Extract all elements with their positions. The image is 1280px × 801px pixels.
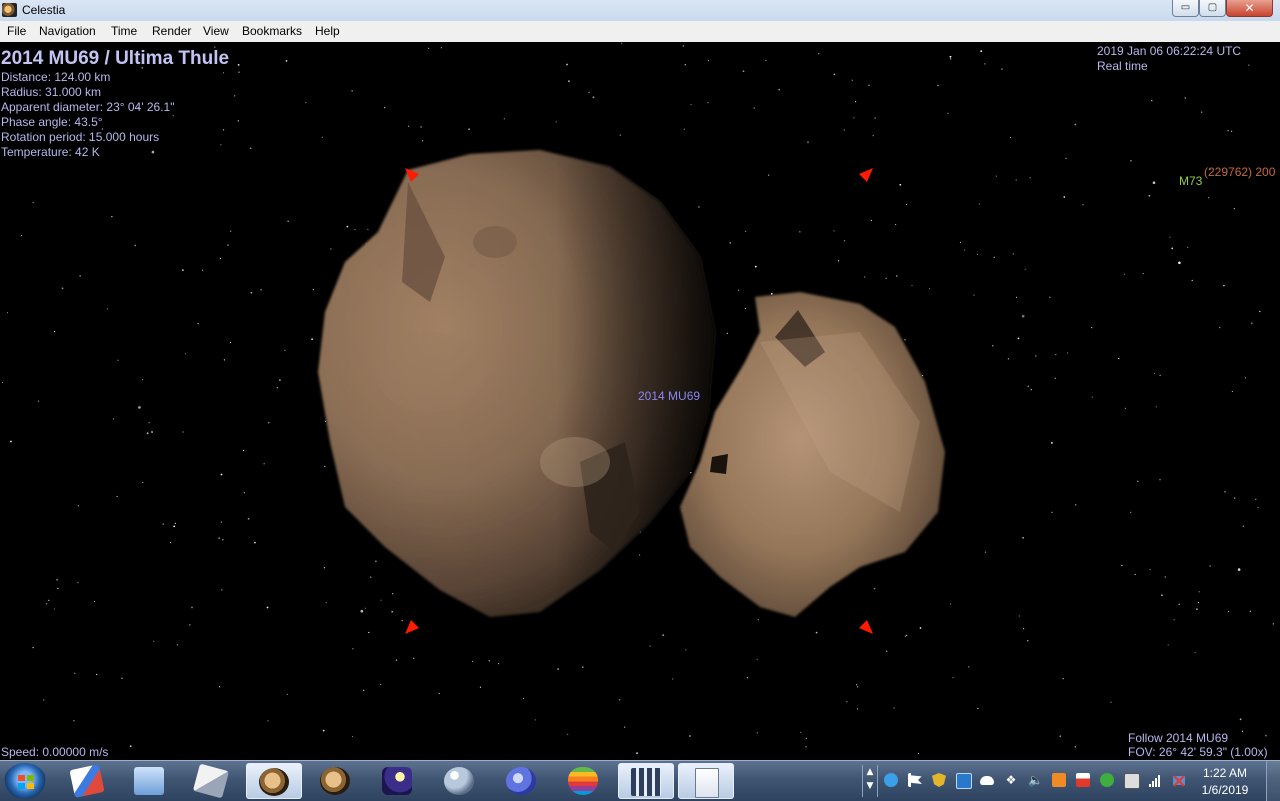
menu-render[interactable]: Render	[152, 24, 191, 38]
gear-ball-icon	[506, 767, 536, 795]
object-label-asteroid[interactable]: (229762) 200	[1204, 165, 1275, 179]
dropbox-icon[interactable]: ❖	[1004, 773, 1018, 787]
start-button[interactable]	[4, 763, 46, 799]
taskbar-app-paint[interactable]	[60, 763, 116, 799]
system-tray: ❖ 🔈	[880, 761, 1220, 801]
fov-readout: FOV: 26° 42' 59.3" (1.00x)	[1128, 745, 1268, 759]
info-temperature: Temperature: 42 K	[1, 145, 100, 159]
menu-bar: File Navigation Time Render View Bookmar…	[0, 21, 1280, 43]
cloud-app-icon[interactable]	[884, 773, 898, 787]
info-phase-angle: Phase angle: 43.5°	[1, 115, 103, 129]
onedrive-icon[interactable]	[980, 776, 994, 785]
speed-readout: Speed: 0.00000 m/s	[1, 745, 109, 759]
taskbar-clock[interactable]: 1:22 AM 1/6/2019	[1195, 765, 1255, 799]
celestia-icon-2	[320, 767, 350, 795]
taskbar-app-apple[interactable]	[556, 763, 612, 799]
menu-view[interactable]: View	[203, 24, 229, 38]
celestia-app-icon	[2, 3, 17, 17]
title-bar[interactable]: Celestia ▭ ▢ ✕	[0, 0, 1280, 22]
taskbar-app-document[interactable]	[678, 763, 734, 799]
taskbar-app-monitor[interactable]	[122, 763, 178, 799]
document-icon	[695, 768, 719, 798]
object-label-m73[interactable]: M73	[1179, 174, 1202, 188]
network-box-icon[interactable]	[956, 773, 972, 789]
close-button[interactable]: ✕	[1226, 0, 1273, 17]
show-desktop-button[interactable]	[1266, 761, 1280, 801]
volume-icon[interactable]: 🔈	[1028, 773, 1043, 787]
maximize-button[interactable]: ▢	[1199, 0, 1226, 17]
taskbar-app-moon-night[interactable]	[370, 763, 426, 799]
menu-navigation[interactable]: Navigation	[39, 24, 96, 38]
info-distance: Distance: 124.00 km	[1, 70, 111, 84]
tools-icon	[192, 763, 230, 799]
minimize-button[interactable]: ▭	[1172, 0, 1199, 17]
taskbar-app-crystal-ball[interactable]	[432, 763, 488, 799]
celestia-icon	[259, 768, 289, 796]
taskbar-app-tools[interactable]	[184, 763, 240, 799]
clock-date: 1/6/2019	[1201, 783, 1249, 797]
selection-marker-top-left	[405, 168, 419, 182]
taskbar-app-calculator[interactable]	[618, 763, 674, 799]
menu-time[interactable]: Time	[111, 24, 137, 38]
monitor-icon	[134, 767, 164, 795]
taskbar-app-gear-ball[interactable]	[494, 763, 550, 799]
follow-status: Follow 2014 MU69	[1128, 731, 1229, 745]
shield-icon[interactable]	[932, 773, 946, 787]
calculator-icon	[631, 768, 661, 796]
time-mode: Real time	[1097, 59, 1148, 73]
power-icon[interactable]	[1076, 773, 1090, 787]
box-icon[interactable]	[1124, 773, 1140, 789]
moon-night-icon	[382, 767, 412, 795]
flag-icon[interactable]	[908, 773, 923, 787]
object-label-2014-mu69[interactable]: 2014 MU69	[638, 389, 700, 403]
info-apparent-diameter: Apparent diameter: 23° 04' 26.1"	[1, 100, 175, 114]
window-title: Celestia	[22, 3, 66, 17]
network-warning-icon[interactable]	[1172, 773, 1186, 787]
selection-marker-bottom-left	[405, 620, 419, 634]
menu-file[interactable]: File	[7, 24, 26, 38]
signal-icon[interactable]	[1148, 773, 1162, 787]
crystal-ball-icon	[444, 767, 474, 795]
selection-marker-top-right	[859, 168, 873, 182]
info-rotation-period: Rotation period: 15.000 hours	[1, 130, 160, 144]
java-icon[interactable]	[1052, 773, 1066, 787]
simulation-datetime: 2019 Jan 06 06:22:24 UTC	[1097, 44, 1242, 58]
menu-bookmarks[interactable]: Bookmarks	[242, 24, 302, 38]
security-icon[interactable]	[1100, 773, 1114, 787]
clock-time: 1:22 AM	[1202, 766, 1248, 780]
apple-icon	[568, 767, 598, 795]
taskbar-app-celestia-active[interactable]	[246, 763, 302, 799]
taskbar-app-celestia-2[interactable]	[308, 763, 364, 799]
info-radius: Radius: 31.000 km	[1, 85, 102, 99]
tray-overflow-arrow[interactable]: ▲ ▼	[862, 765, 878, 797]
selection-marker-bottom-right	[859, 620, 873, 634]
large-lobe	[318, 150, 715, 617]
windows-logo-icon	[18, 775, 34, 789]
paint-icon	[69, 764, 105, 798]
windows-taskbar: ▲ ▼ ❖ 🔈 1:22 AM 1/6/2019	[0, 760, 1280, 801]
render-viewport[interactable]: 2014 MU69 M73 (229762) 200 2014 MU69 / U…	[0, 42, 1280, 760]
selected-object-title: 2014 MU69 / Ultima Thule	[1, 48, 230, 69]
small-lobe	[680, 292, 945, 617]
menu-help[interactable]: Help	[315, 24, 340, 38]
